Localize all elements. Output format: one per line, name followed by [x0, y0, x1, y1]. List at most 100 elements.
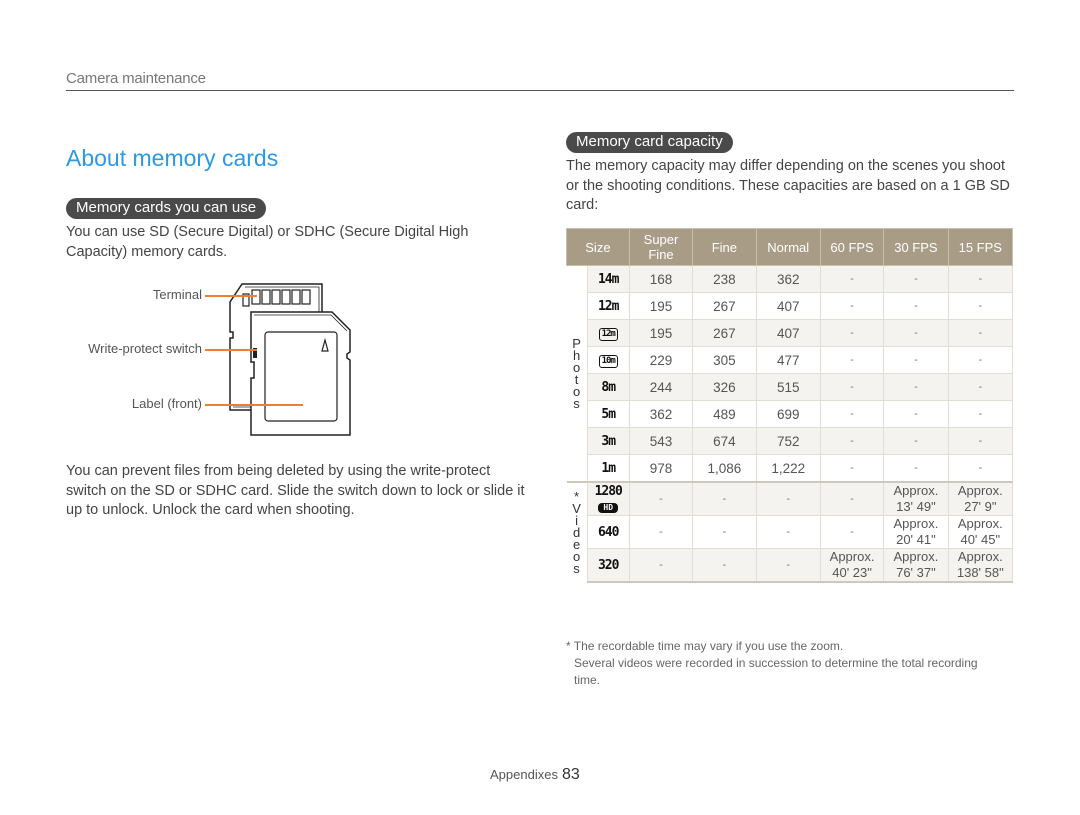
size-640-icon: 640	[586, 515, 630, 549]
table-cell: Approx. 20' 41"	[883, 515, 949, 549]
photos-side-label: P h o t o s	[566, 265, 588, 482]
size-1280-hd-icon: 1280 HD	[586, 481, 630, 516]
table-row: 8m 244 326 515- - -	[567, 373, 1014, 401]
page-footer: Appendixes 83	[490, 766, 580, 784]
table-cell: 477	[755, 346, 821, 374]
write-protect-label: Write-protect switch	[88, 341, 202, 356]
header-normal: Normal	[755, 228, 821, 266]
capacity-intro-text: The memory capacity may differ depending…	[566, 158, 1010, 213]
size-8m-icon: 8m	[586, 373, 630, 401]
table-row: 640- - - - Approx. 20' 41" Approx. 40' 45"	[567, 515, 1014, 549]
terminal-label: Terminal	[152, 287, 202, 302]
table-cell: -	[819, 400, 885, 428]
table-cell: 699	[755, 400, 821, 428]
section-header: Camera maintenance	[66, 70, 206, 87]
size-14m-icon: 14m	[586, 265, 630, 293]
table-cell: Approx. 138' 58"	[947, 548, 1014, 583]
table-cell: -	[947, 346, 1014, 374]
table-cell: -	[947, 292, 1014, 320]
table-cell: Approx. 27' 9"	[947, 481, 1014, 516]
table-row: 5m 362 489 699- - -	[567, 400, 1014, 428]
footnote-succession: Several videos were recorded in successi…	[574, 656, 978, 687]
size-5m-icon: 5m	[586, 400, 630, 428]
table-cell: 543	[628, 427, 694, 455]
table-cell: -	[628, 481, 694, 516]
table-cell: Approx. 40' 45"	[947, 515, 1014, 549]
videos-side-label: * V i d e o s	[566, 481, 588, 582]
table-cell: -	[947, 319, 1014, 347]
table-cell: 267	[692, 292, 757, 320]
footnote-zoom: * The recordable time may vary if you us…	[566, 639, 844, 653]
table-cell: -	[819, 427, 885, 455]
size-1m-icon: 1m	[586, 454, 630, 483]
table-row: 1m 978 1,086 1,222- - -	[567, 454, 1014, 483]
table-cell: -	[755, 548, 821, 583]
table-cell: 244	[628, 373, 694, 401]
table-cell: 1,086	[692, 454, 757, 483]
memory-card-capacity-heading: Memory card capacity	[566, 132, 733, 153]
table-cell: 267	[692, 319, 757, 347]
table-cell: -	[947, 265, 1014, 293]
table-cell: -	[692, 548, 757, 583]
table-cell: -	[883, 319, 949, 347]
size-320-icon: 320	[586, 548, 630, 583]
cards-intro-text: You can use SD (Secure Digital) or SDHC …	[66, 224, 469, 260]
size-10m-icon: 10m	[586, 346, 630, 374]
header-size: Size	[566, 228, 630, 266]
memory-cards-you-can-use-heading: Memory cards you can use	[66, 198, 267, 219]
table-cell: -	[819, 265, 885, 293]
write-protect-text: You can prevent files from being deleted…	[66, 463, 525, 518]
table-row: 12m 195 267 407- - -	[567, 319, 1014, 347]
table-cell: -	[883, 346, 949, 374]
table-row: 10m 229 305 477- - -	[567, 346, 1014, 374]
table-cell: -	[819, 292, 885, 320]
table-cell: 515	[755, 373, 821, 401]
terminal-leader-line	[205, 295, 257, 297]
table-cell: Approx. 13' 49"	[883, 481, 949, 516]
table-cell: -	[883, 400, 949, 428]
table-cell: 168	[628, 265, 694, 293]
table-cell: -	[947, 427, 1014, 455]
table-cell: 362	[755, 265, 821, 293]
capacity-table: Size Super Fine Fine Normal 60 FPS 30 FPS…	[566, 228, 1014, 583]
table-cell: -	[819, 481, 885, 516]
table-cell: -	[947, 373, 1014, 401]
size-12m-icon: 12m	[586, 292, 630, 320]
table-cell: 407	[755, 292, 821, 320]
table-cell: 195	[628, 292, 694, 320]
table-cell: -	[692, 481, 757, 516]
table-row: 12m 195 267 407- - -	[567, 292, 1014, 320]
label-front-label: Label (front)	[131, 396, 202, 411]
table-cell: -	[819, 454, 885, 483]
table-row: P h o t o s 14m 168 238 362- - -	[566, 265, 1014, 482]
table-cell: -	[819, 319, 885, 347]
table-cell: 305	[692, 346, 757, 374]
size-3m-icon: 3m	[586, 427, 630, 455]
table-cell: 326	[692, 373, 757, 401]
table-cell: 978	[628, 454, 694, 483]
write-protect-leader-line	[205, 349, 257, 351]
table-cell: -	[883, 292, 949, 320]
table-cell: 489	[692, 400, 757, 428]
header-divider	[66, 90, 1014, 91]
header-fine: Fine	[692, 228, 757, 266]
table-cell: 407	[755, 319, 821, 347]
table-cell: 674	[692, 427, 757, 455]
table-cell: 362	[628, 400, 694, 428]
table-cell: -	[883, 373, 949, 401]
table-row: * V i d e o s 1280 HD - - - - Approx. 13' 49" App…	[566, 481, 1014, 582]
table-cell: -	[819, 346, 885, 374]
footer-section-label: Appendixes	[490, 767, 558, 782]
table-cell: -	[628, 515, 694, 549]
table-cell: -	[819, 515, 885, 549]
hd-badge-icon: HD	[598, 503, 619, 513]
table-cell: -	[883, 265, 949, 293]
table-cell: 1,222	[755, 454, 821, 483]
table-cell: -	[755, 515, 821, 549]
page-number: 83	[561, 766, 580, 783]
table-cell: -	[883, 427, 949, 455]
table-cell: -	[692, 515, 757, 549]
table-cell: 752	[755, 427, 821, 455]
table-cell: -	[628, 548, 694, 583]
table-cell: -	[755, 481, 821, 516]
